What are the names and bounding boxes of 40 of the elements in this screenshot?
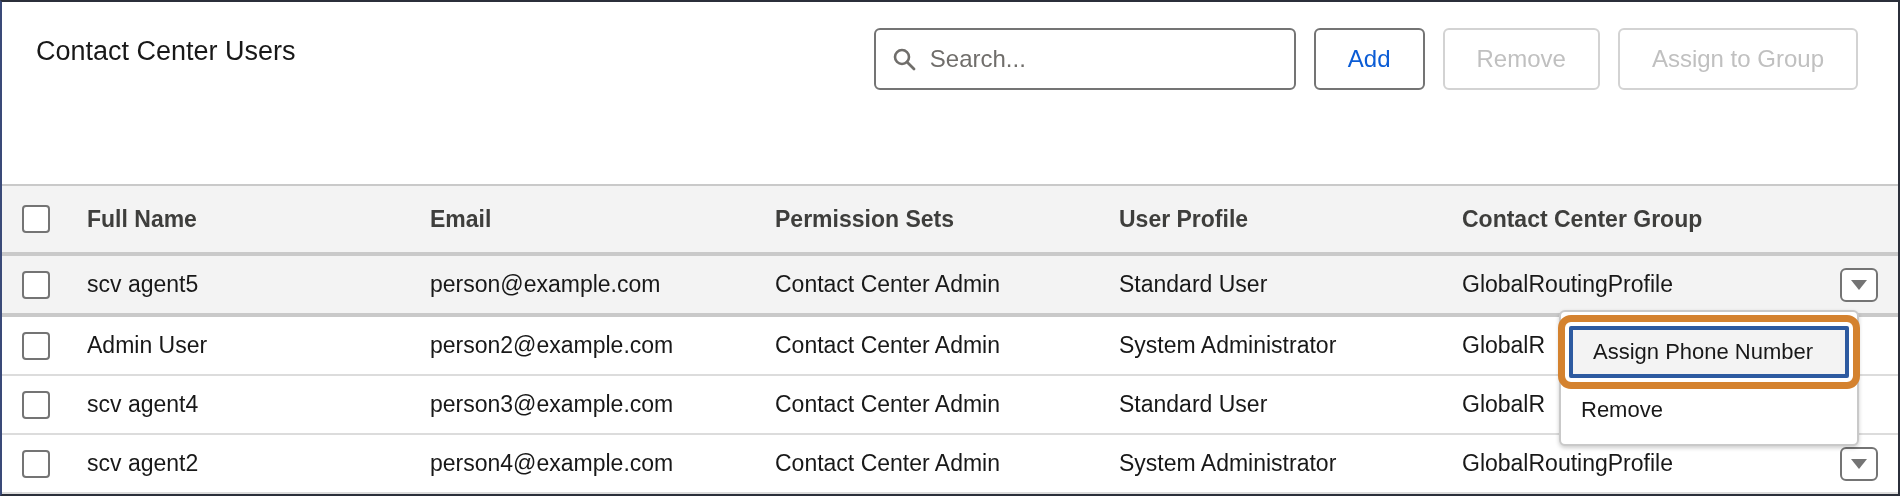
select-all-checkbox[interactable] [22,205,50,233]
column-header: Permission Sets [775,205,955,233]
table-cell: GlobalR [1462,391,1546,418]
column-header: Email [430,205,493,233]
row-checkbox[interactable] [22,331,50,360]
row-action-button[interactable] [1840,446,1878,481]
table-cell: Standard User [1119,271,1268,298]
action-button[interactable]: Add [1313,28,1425,90]
caret-icon [1851,458,1867,469]
table-cell: Contact Center Admin [775,271,1000,298]
table-cell: scv agent5 [87,271,199,298]
table-cell: Contact Center Admin [775,450,1000,477]
row-checkbox[interactable] [22,449,50,478]
table-cell: person3@example.com [430,391,674,418]
row-action-button[interactable] [1840,267,1878,302]
table-cell: scv agent2 [87,450,199,477]
table-cell: Admin User [87,332,208,359]
search-icon [891,47,916,71]
column-header: Full Name [87,205,198,233]
page-title: Contact Center Users [36,36,297,67]
table-cell: person@example.com [430,271,661,298]
row-checkbox[interactable] [22,390,50,419]
table-cell: GlobalRoutingProfile [1462,450,1673,477]
table-cell: Contact Center Admin [775,391,1000,418]
table-cell: person2@example.com [430,332,674,359]
column-header: User Profile [1119,205,1250,233]
table-cell: System Administrator [1119,332,1337,359]
table-cell: System Administrator [1119,450,1337,477]
row-checkbox[interactable] [22,270,50,299]
table-cell: Contact Center Admin [775,332,1000,359]
table-cell: person4@example.com [430,450,674,477]
table-cell: GlobalR [1462,332,1546,359]
table-cell: Standard User [1119,391,1268,418]
table-cell: GlobalRoutingProfile [1462,271,1673,298]
menu-item[interactable]: Remove [1561,384,1857,436]
table-row[interactable]: scv agent5 person@example.com Contact Center Admin Standard User GlobalRoutingProfile [2,256,1898,317]
column-header: Contact Center Group [1462,205,1704,233]
table-cell: scv agent4 [87,391,199,418]
search-field[interactable]: Search... [873,28,1296,90]
caret-icon [1851,279,1867,290]
